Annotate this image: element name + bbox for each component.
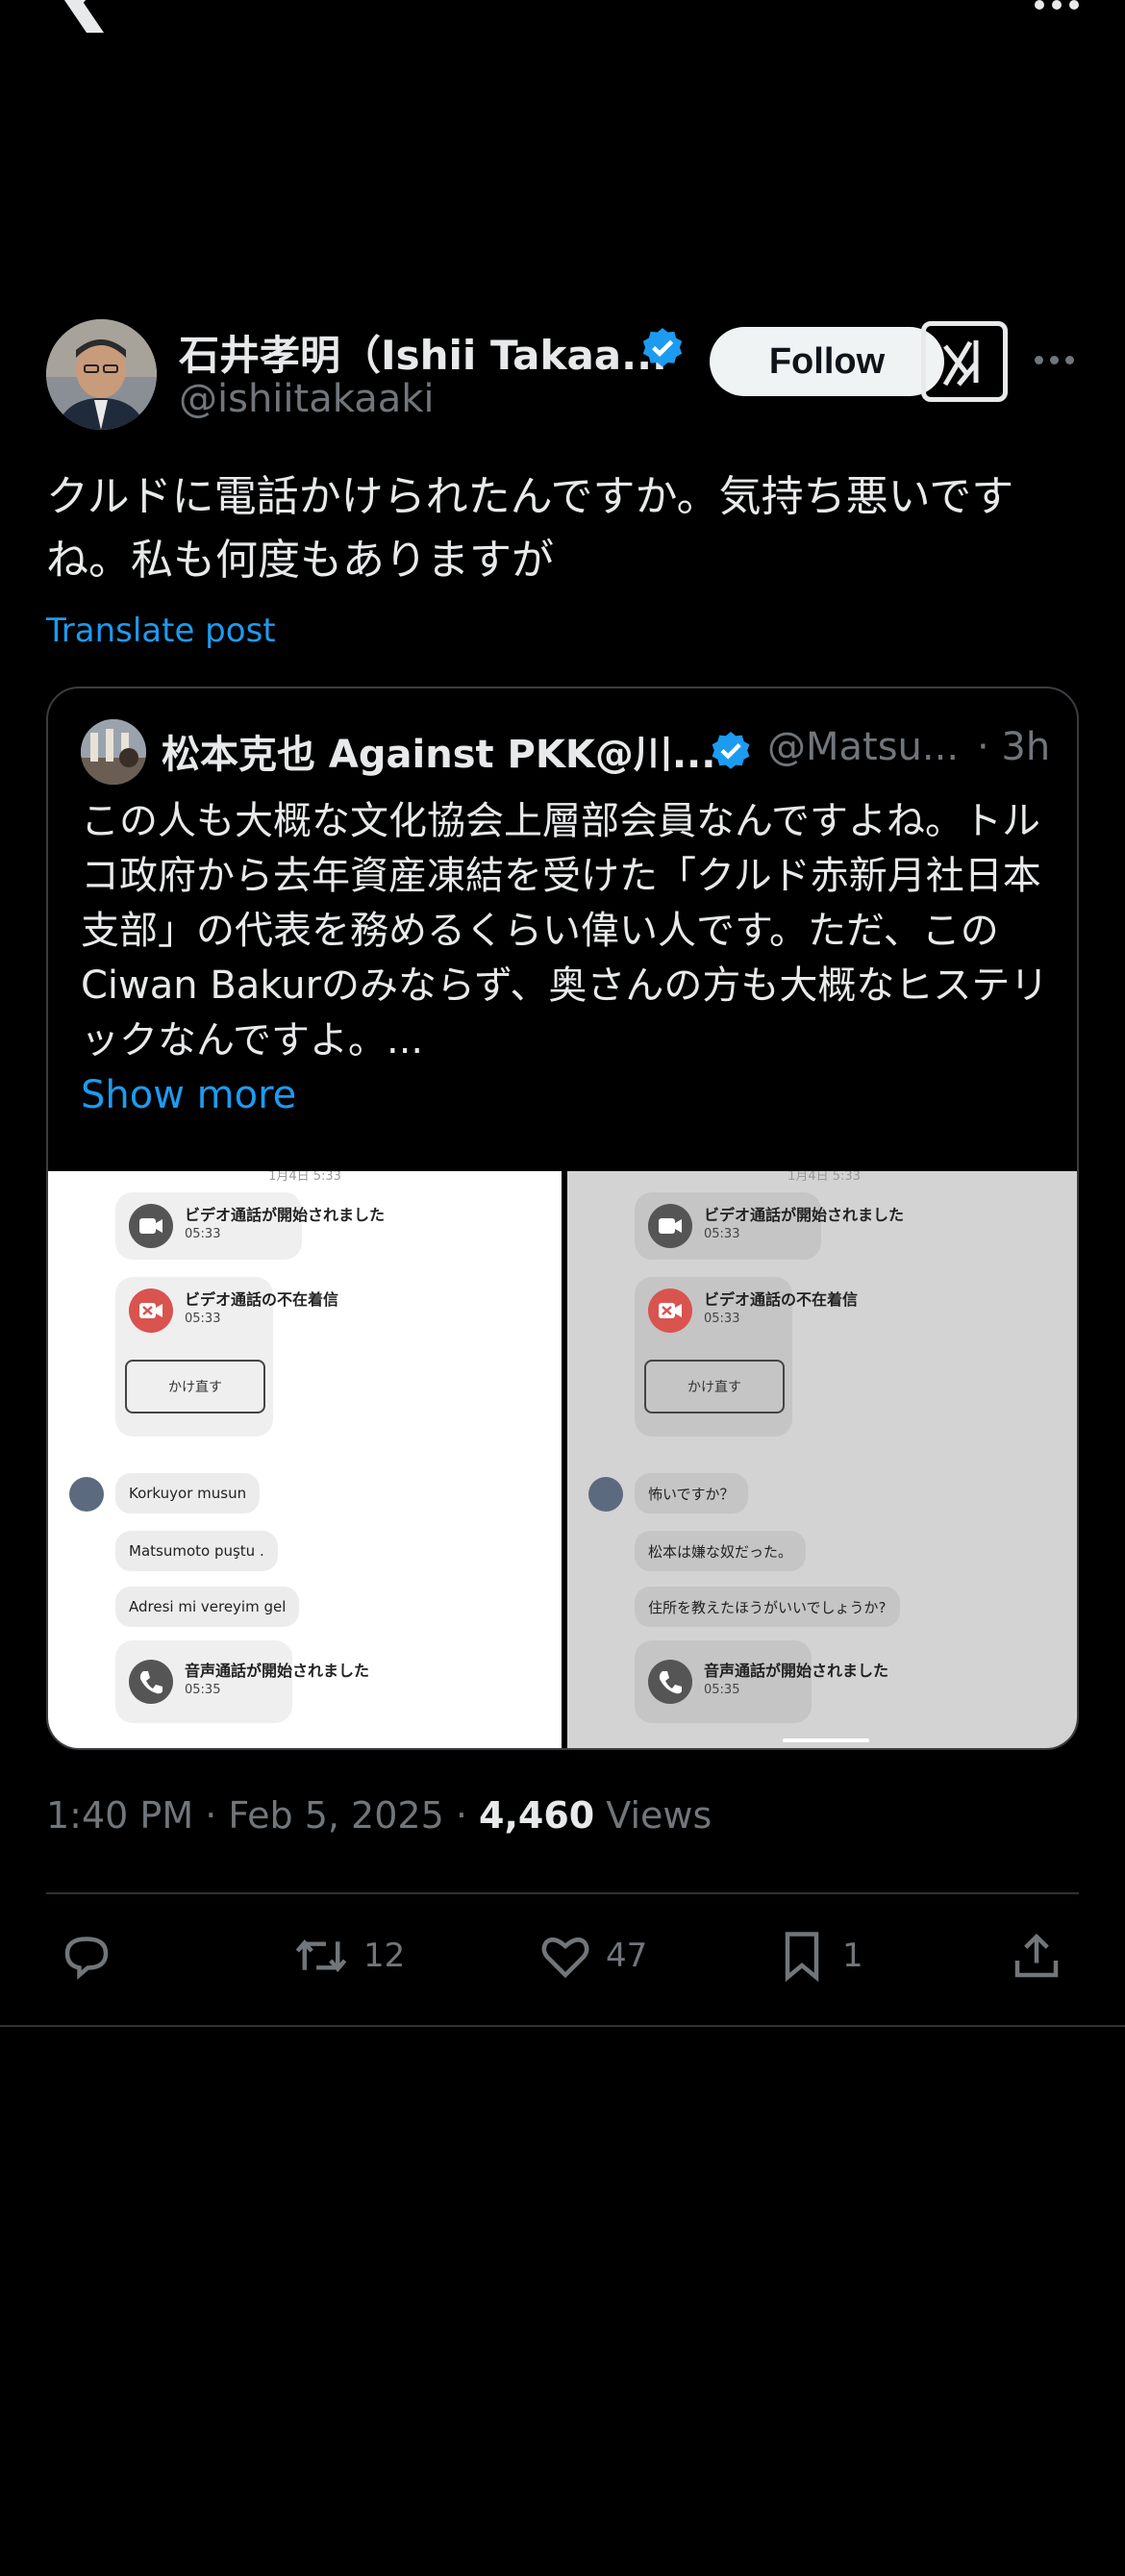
post-more-options-icon[interactable] (1035, 356, 1074, 364)
phone-icon (648, 1660, 692, 1704)
missed-call-time: 05:33 (185, 1312, 221, 1326)
reply-icon (64, 1937, 109, 1980)
chat-message: Adresi mi vereyim gel (115, 1587, 300, 1627)
chat-message: Korkuyor musun (115, 1473, 261, 1513)
verified-badge-icon (642, 328, 683, 367)
repost-count: 12 (363, 1937, 406, 1975)
video-call-started-bubble: ビデオ通話が開始されました 05:33 (115, 1192, 385, 1260)
video-call-time: 05:33 (704, 1227, 740, 1241)
call-back-button: かけ直す (125, 1360, 265, 1413)
post-metadata: 1:40 PM · Feb 5, 2025 · 4,460 Views (46, 1794, 712, 1837)
chat-message: 怖いですか？ (635, 1473, 748, 1513)
chat-message: 住所を教えたほうがいいでしょうか? (635, 1587, 900, 1627)
video-call-time: 05:33 (185, 1227, 221, 1241)
heart-icon (541, 1938, 589, 1979)
missed-video-call-bubble: ビデオ通話の不在着信 05:33 かけ直す (635, 1277, 858, 1437)
tweet-text: クルドに電話かけられたんですか。気持ち悪いですね。私も何度もありますが (46, 472, 1014, 585)
quoted-author-handle[interactable]: @Matsu... (767, 725, 959, 769)
author-avatar[interactable] (46, 319, 157, 430)
quoted-tweet-text: この人も大概な文化協会上層部会員なんですよね。トルコ政府から去年資産凍結を受けた… (81, 799, 1049, 1063)
bookmark-count: 1 (842, 1937, 863, 1975)
quoted-author-name[interactable]: 松本克也 Against PKK@川... (162, 723, 715, 779)
x-logo-icon[interactable] (46, 0, 108, 33)
repost-icon (295, 1939, 347, 1972)
media-image-left[interactable]: 1月4日 5:33 ビデオ通話が開始されました 05:33 ビデオ通話の不在着信… (48, 1171, 562, 1748)
divider (46, 1892, 1079, 1894)
chat-message: 松本は嫌な奴だった。 (635, 1531, 807, 1571)
chat-date-header: 1月4日 5:33 (788, 1171, 861, 1184)
call-back-button: かけ直す (644, 1360, 785, 1413)
missed-video-call-bubble: ビデオ通話の不在着信 05:33 かけ直す (115, 1277, 338, 1437)
post-timestamp[interactable]: 1:40 PM · Feb 5, 2025 · (46, 1794, 479, 1837)
voice-call-time: 05:35 (704, 1683, 740, 1697)
quoted-timestamp[interactable]: · 3h (977, 725, 1050, 769)
sender-avatar (588, 1477, 623, 1512)
video-call-started-bubble: ビデオ通話が開始されました 05:33 (635, 1192, 904, 1260)
bookmark-icon (785, 1932, 819, 1983)
video-camera-icon (648, 1204, 692, 1248)
divider (0, 2025, 1125, 2027)
voice-call-time: 05:35 (185, 1683, 221, 1697)
video-call-started-text: ビデオ通話が開始されました (704, 1206, 905, 1224)
like-count: 47 (606, 1937, 648, 1975)
voice-call-started-bubble: 音声通話が開始されました 05:35 (115, 1640, 369, 1723)
views-label: Views (594, 1794, 712, 1837)
action-bar: 12 47 1 (46, 1927, 1079, 1994)
home-indicator (783, 1738, 869, 1742)
repost-button[interactable]: 12 (290, 1927, 405, 1985)
voice-call-started-text: 音声通話が開始されました (185, 1662, 370, 1680)
reply-button[interactable] (58, 1927, 115, 1985)
voice-call-started-bubble: 音声通話が開始されました 05:35 (635, 1640, 888, 1723)
voice-call-started-text: 音声通話が開始されました (704, 1662, 889, 1680)
translate-post-link[interactable]: Translate post (46, 612, 276, 650)
author-name[interactable]: 石井孝明（Ishii Takaa... (179, 323, 667, 382)
chat-date-header: 1月4日 5:33 (268, 1171, 341, 1184)
missed-call-text: ビデオ通話の不在着信 (704, 1290, 859, 1309)
author-handle[interactable]: @ishiitakaaki (179, 377, 435, 421)
follow-button[interactable]: Follow (710, 327, 944, 396)
quoted-author-avatar[interactable] (81, 719, 146, 785)
bookmark-button[interactable]: 1 (773, 1927, 863, 1985)
show-more-link[interactable]: Show more (81, 1073, 296, 1117)
like-button[interactable]: 47 (537, 1927, 647, 1985)
video-camera-icon (129, 1204, 173, 1248)
sender-avatar (69, 1477, 104, 1512)
video-call-started-text: ビデオ通話が開始されました (185, 1206, 386, 1224)
quoted-media[interactable]: 1月4日 5:33 ビデオ通話が開始されました 05:33 ビデオ通話の不在着信… (48, 1171, 1077, 1748)
tweet-author-row: 石井孝明（Ishii Takaa... @ishiitakaaki Follow (46, 319, 1085, 431)
views-count: 4,460 (479, 1794, 595, 1837)
chat-message: Matsumoto puştu . (115, 1531, 278, 1571)
share-button[interactable] (1008, 1927, 1065, 1985)
more-options-icon[interactable] (1035, 0, 1081, 13)
phone-icon (129, 1660, 173, 1704)
grok-icon[interactable] (921, 321, 1008, 402)
share-icon (1014, 1933, 1059, 1978)
top-bar (0, 0, 1125, 38)
quoted-tweet[interactable]: 松本克也 Against PKK@川... @Matsu... · 3h この人… (46, 687, 1079, 1750)
missed-call-text: ビデオ通話の不在着信 (185, 1290, 339, 1309)
missed-call-icon (648, 1288, 692, 1333)
quoted-verified-badge-icon (712, 732, 750, 769)
media-image-right[interactable]: 1月4日 5:33 ビデオ通話が開始されました 05:33 ビデオ通話の不在着信… (567, 1171, 1077, 1748)
missed-call-time: 05:33 (704, 1312, 740, 1326)
missed-call-icon (129, 1288, 173, 1333)
